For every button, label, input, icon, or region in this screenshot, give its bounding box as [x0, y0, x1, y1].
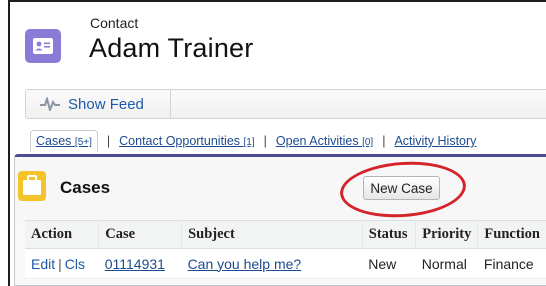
cases-table: Action Case Subject Status Priority Func…	[25, 220, 546, 279]
column-header-subject[interactable]: Subject	[181, 220, 363, 249]
object-type-label: Contact	[90, 15, 139, 31]
column-header-action: Action	[25, 220, 100, 249]
column-header-function[interactable]: Function	[477, 220, 546, 249]
column-header-priority[interactable]: Priority	[415, 220, 479, 249]
table-header-row: Action Case Subject Status Priority Func…	[25, 220, 546, 249]
function-cell: Finance	[477, 248, 546, 279]
briefcase-icon	[18, 171, 46, 201]
column-header-status[interactable]: Status	[362, 220, 417, 249]
pulse-icon	[40, 97, 60, 111]
related-link-contact-opportunities[interactable]: Contact Opportunities [1]	[119, 134, 255, 148]
related-link-cases[interactable]: Cases [5+]	[36, 134, 92, 148]
table-row: Edit | Cls 01114931 Can you help me? New N…	[25, 248, 546, 279]
contact-card-icon	[25, 29, 61, 63]
priority-cell: Normal	[415, 248, 478, 279]
record-name: Adam Trainer	[89, 33, 254, 63]
subject-link[interactable]: Can you help me?	[188, 256, 302, 272]
show-feed-label: Show Feed	[68, 95, 144, 113]
cases-title: Cases	[60, 178, 111, 197]
related-list-links: Cases [5+] | Contact Opportunities [1] | Ope…	[30, 130, 546, 156]
case-number-link[interactable]: 01114931	[105, 256, 165, 272]
close-link[interactable]: Cls	[65, 256, 85, 272]
related-link-activity-history[interactable]: Activity History	[394, 134, 476, 148]
cases-header: Cases New Case	[15, 157, 546, 222]
related-link-open-activities[interactable]: Open Activities [0]	[276, 134, 373, 148]
edit-link[interactable]: Edit	[31, 256, 55, 272]
case-number-cell: 01114931	[98, 248, 182, 279]
new-case-button[interactable]: New Case	[363, 176, 440, 200]
feed-bar: Show Feed	[25, 89, 546, 119]
row-actions: Edit | Cls	[25, 248, 99, 279]
show-feed-button[interactable]: Show Feed	[26, 90, 171, 118]
cases-related-list: Cases New Case Action Case Subject Statu…	[14, 154, 546, 286]
status-cell: New	[362, 248, 416, 279]
column-header-case[interactable]: Case	[98, 220, 183, 249]
subject-cell: Can you help me?	[181, 248, 363, 279]
related-tab-cases[interactable]: Cases [5+]	[30, 130, 98, 152]
